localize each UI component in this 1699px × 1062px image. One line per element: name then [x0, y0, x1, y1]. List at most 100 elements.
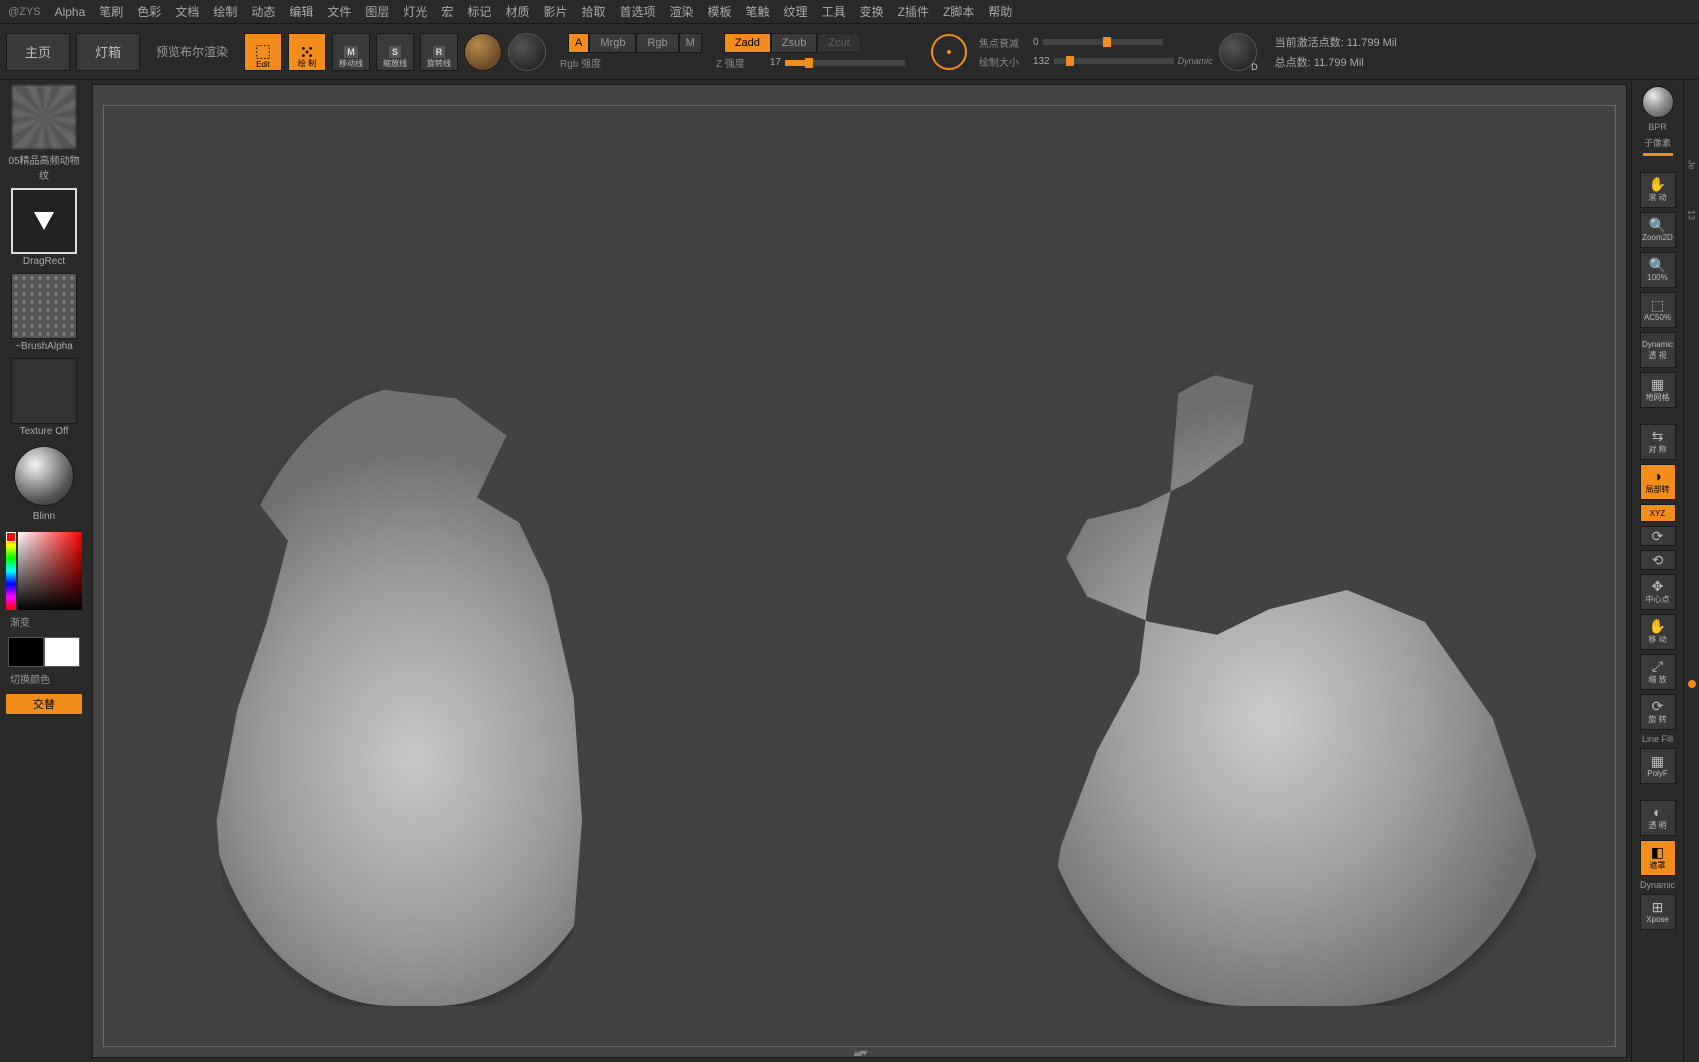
focal-shift-slider[interactable] — [1043, 39, 1163, 45]
gradient-label[interactable]: 渐变 — [4, 612, 36, 631]
main-layout: 05精品高频动物纹 DragRect ~BrushAlpha Texture O… — [0, 80, 1699, 1062]
menu-texture[interactable]: 纹理 — [784, 3, 808, 20]
rotate3d-button[interactable]: ⟳旋 转 — [1640, 694, 1676, 730]
menu-tool[interactable]: 工具 — [822, 3, 846, 20]
z-intensity-slider[interactable] — [785, 60, 905, 66]
floor-button[interactable]: ▦地网格 — [1640, 372, 1676, 408]
move3d-label: 移 动 — [1648, 634, 1666, 645]
orange-dot-icon[interactable] — [1688, 680, 1696, 688]
scale3d-button[interactable]: ⤢缩 放 — [1640, 654, 1676, 690]
edit-button[interactable]: Edit — [244, 33, 282, 71]
menu-material[interactable]: 材质 — [505, 3, 529, 20]
menu-zplugin[interactable]: Z插件 — [898, 3, 929, 20]
hue-strip[interactable] — [6, 532, 16, 610]
canvas-viewport[interactable] — [103, 105, 1616, 1047]
dynamic-label: Dynamic — [1178, 56, 1213, 66]
texture-thumb[interactable] — [11, 358, 77, 424]
menu-document[interactable]: 文档 — [175, 3, 199, 20]
tab-lightbox[interactable]: 灯箱 — [76, 33, 140, 71]
rotate-button[interactable]: R 旋转线 — [420, 33, 458, 71]
saturation-value-box[interactable] — [18, 532, 82, 610]
menu-stencil[interactable]: 模板 — [708, 3, 732, 20]
menu-render[interactable]: 渲染 — [670, 3, 694, 20]
dynamic-gizmo-icon[interactable]: D — [1219, 33, 1257, 71]
black-swatch[interactable] — [8, 637, 44, 667]
menu-color[interactable]: 色彩 — [137, 3, 161, 20]
brush-sphere-bronze[interactable] — [464, 33, 502, 71]
tab-home[interactable]: 主页 — [6, 33, 70, 71]
color-picker[interactable] — [6, 532, 82, 610]
mode-zadd[interactable]: Zadd — [724, 33, 771, 53]
swap-color-label[interactable]: 切换颜色 — [4, 669, 56, 688]
mask-button[interactable]: ◧遮罩 — [1640, 840, 1676, 876]
menu-movie[interactable]: 影片 — [543, 3, 567, 20]
center-button[interactable]: ✥中心点 — [1640, 574, 1676, 610]
menu-stroke[interactable]: 笔触 — [746, 3, 770, 20]
draw-size-slider[interactable] — [1054, 58, 1174, 64]
menu-brush[interactable]: 笔刷 — [99, 3, 123, 20]
mode-a[interactable]: A — [568, 33, 589, 53]
stats-block: 当前激活点数: 11.799 Mil 总点数: 11.799 Mil — [1275, 34, 1397, 70]
scale-button[interactable]: S 缩放线 — [376, 33, 414, 71]
scroll-label: 滚 动 — [1648, 192, 1666, 203]
sculpt-rabbit[interactable] — [204, 386, 624, 1006]
canvas-resize-handle[interactable]: ▴▴▾▾ — [853, 1048, 865, 1059]
draw-label: 绘 制 — [298, 58, 316, 69]
move3d-button[interactable]: ✋移 动 — [1640, 614, 1676, 650]
menu-help[interactable]: 帮助 — [988, 3, 1012, 20]
symmetry-button[interactable]: ⇆对 称 — [1640, 424, 1676, 460]
center-label: 中心点 — [1646, 594, 1670, 605]
menu-file[interactable]: 文件 — [327, 3, 351, 20]
white-swatch[interactable] — [44, 637, 80, 667]
swap-button[interactable]: 交替 — [6, 694, 82, 714]
preview-label[interactable]: 预览布尔渲染 — [146, 43, 238, 60]
scroll-button[interactable]: ✋滚 动 — [1640, 172, 1676, 208]
alpha-thumb[interactable] — [11, 84, 77, 150]
zoom2d-button[interactable]: 🔍Zoom2D — [1640, 212, 1676, 248]
draw-button[interactable]: 绘 制 — [288, 33, 326, 71]
local-button[interactable]: ◑局部转 — [1640, 464, 1676, 500]
rot-y-button[interactable]: ⟳ — [1640, 526, 1676, 546]
menu-prefs[interactable]: 首选项 — [619, 3, 655, 20]
material-label: Blinn — [33, 511, 55, 522]
rot-y-icon: ⟳ — [1652, 529, 1664, 543]
menu-pick[interactable]: 拾取 — [581, 3, 605, 20]
menu-marker[interactable]: 标记 — [467, 3, 491, 20]
focal-gizmo-icon[interactable] — [931, 34, 967, 70]
menu-macro[interactable]: 宏 — [441, 3, 453, 20]
menu-light[interactable]: 灯光 — [403, 3, 427, 20]
current-color-swatch — [6, 532, 16, 542]
menu-zscript[interactable]: Z脚本 — [943, 3, 974, 20]
hundred-button[interactable]: 🔍100% — [1640, 252, 1676, 288]
brush-sphere-grey[interactable] — [508, 33, 546, 71]
menu-alpha[interactable]: Alpha — [55, 5, 86, 19]
xpose-button[interactable]: ⊞Xpose — [1640, 894, 1676, 930]
texture-label: Texture Off — [20, 426, 69, 437]
brushalpha-thumb[interactable] — [11, 273, 77, 339]
dynamic-button[interactable]: Dynamic透 视 — [1640, 332, 1676, 368]
hundred-icon: 🔍 — [1649, 258, 1666, 272]
symmetry-label: 对 称 — [1648, 444, 1666, 455]
subpixel-slider[interactable] — [1643, 153, 1673, 156]
bpr-sphere-icon[interactable] — [1642, 86, 1674, 118]
canvas-area[interactable]: ▴▴▾▾ — [92, 84, 1627, 1058]
alpha-label: 05精品高频动物纹 — [4, 152, 84, 182]
mode-zsub[interactable]: Zsub — [771, 33, 817, 53]
xyz-button[interactable]: XYZ — [1640, 504, 1676, 522]
stroke-thumb[interactable] — [11, 188, 77, 254]
menu-transform[interactable]: 变换 — [860, 3, 884, 20]
transparent-button[interactable]: ◐透 明 — [1640, 800, 1676, 836]
menu-dynamic[interactable]: 动态 — [251, 3, 275, 20]
mode-zcut[interactable]: Zcut — [817, 33, 860, 53]
polyf-button[interactable]: ▦PolyF — [1640, 748, 1676, 784]
menu-draw[interactable]: 绘制 — [213, 3, 237, 20]
mode-m[interactable]: M — [679, 33, 702, 53]
menu-layer[interactable]: 图层 — [365, 3, 389, 20]
mode-rgb[interactable]: Rgb — [636, 33, 678, 53]
mode-mrgb[interactable]: Mrgb — [589, 33, 636, 53]
ac50-button[interactable]: ⬚AC50% — [1640, 292, 1676, 328]
material-thumb[interactable] — [14, 446, 74, 506]
rot-z-button[interactable]: ⟲ — [1640, 550, 1676, 570]
menu-edit[interactable]: 编辑 — [289, 3, 313, 20]
move-button[interactable]: M 移动线 — [332, 33, 370, 71]
